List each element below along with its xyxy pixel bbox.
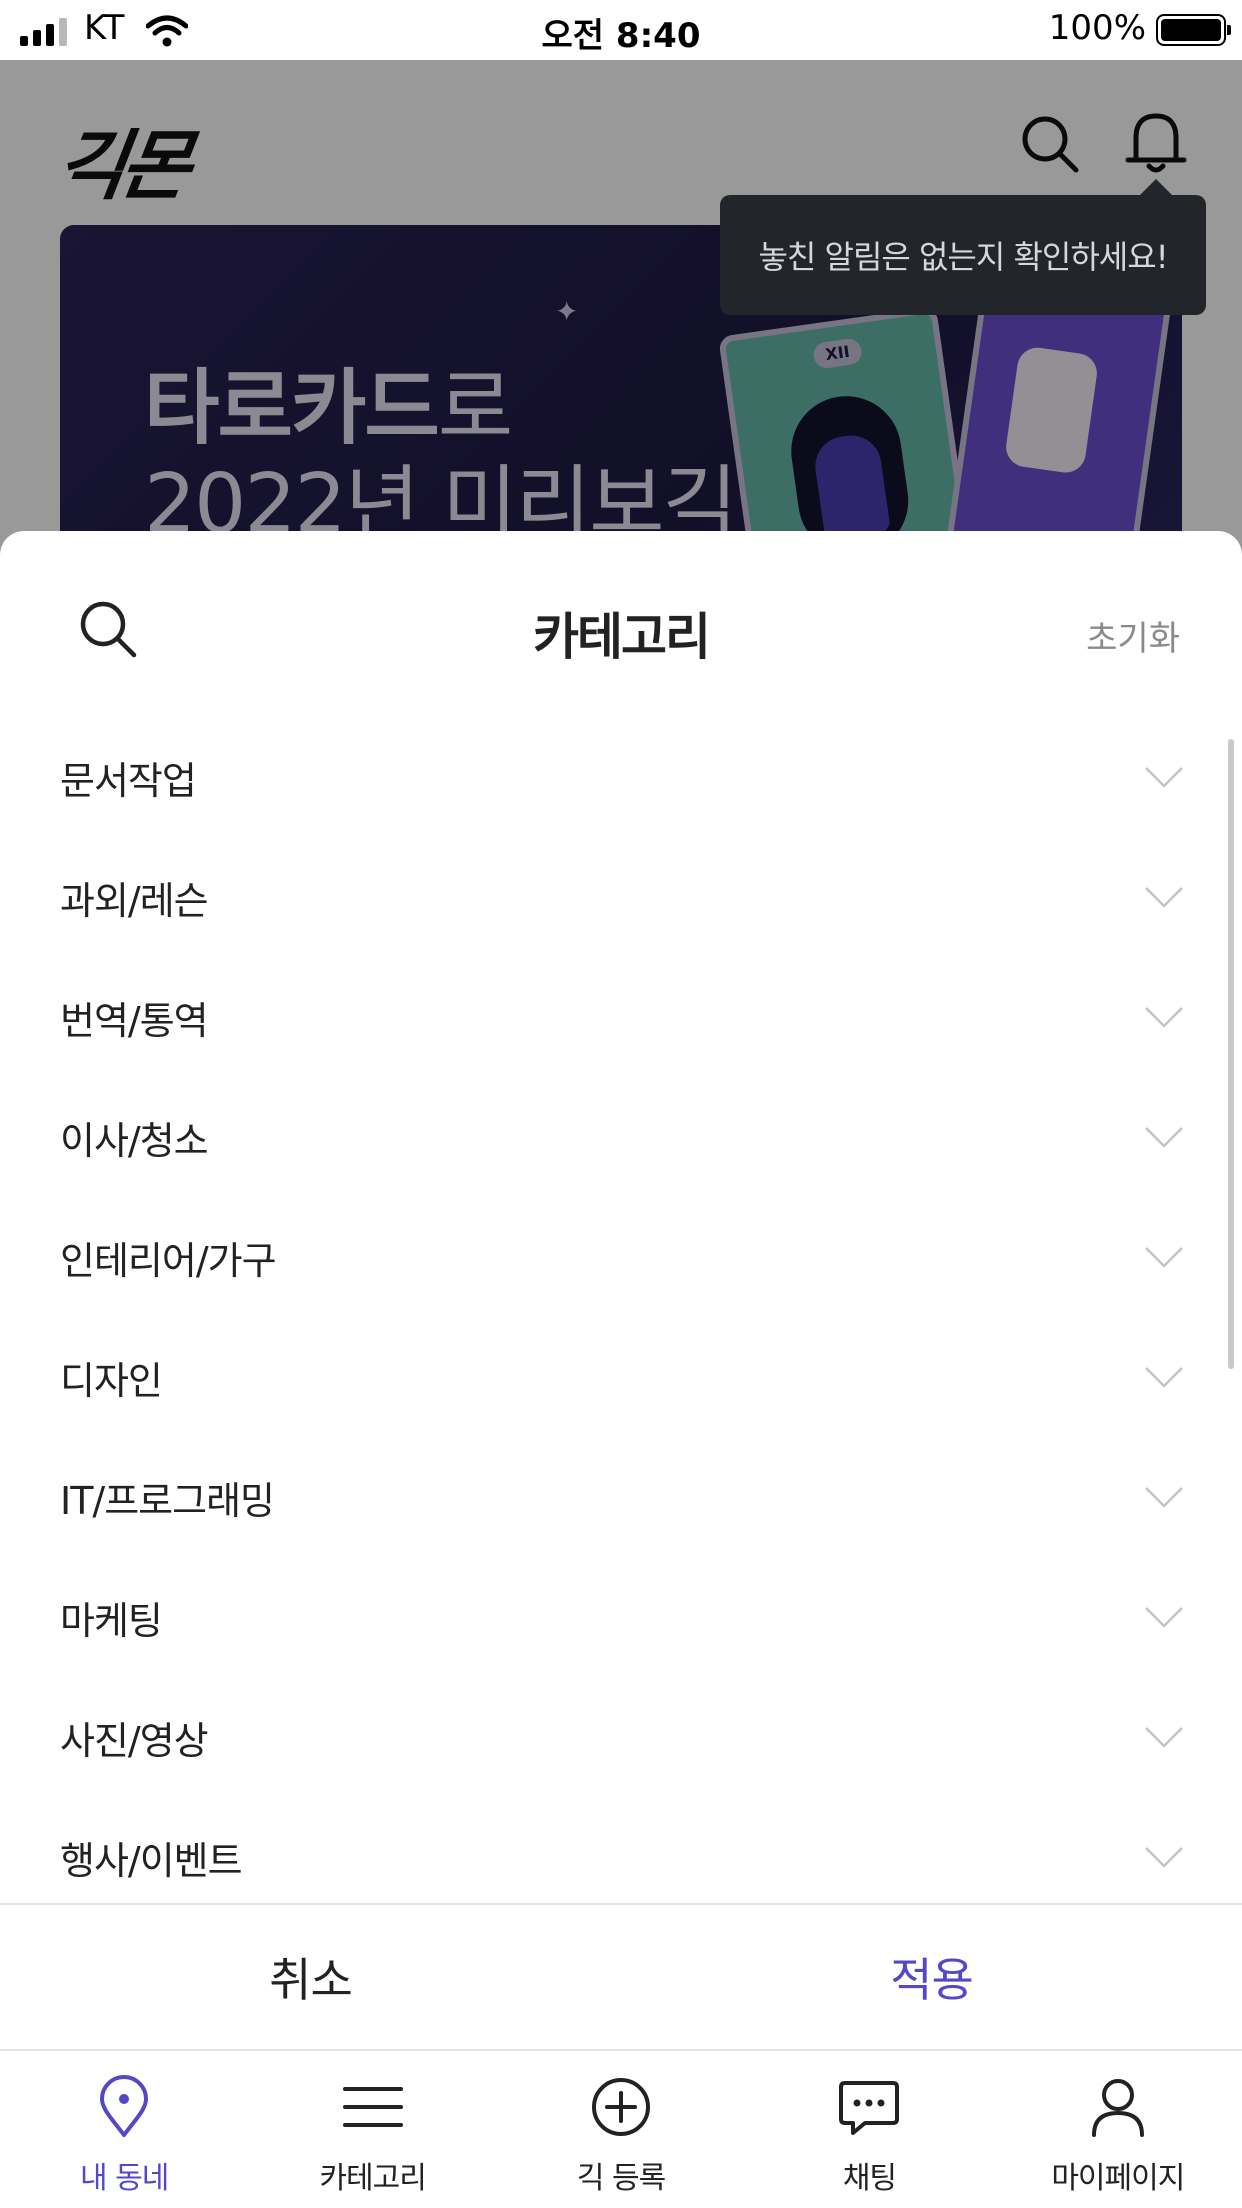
category-item[interactable]: 문서작업 [0,717,1242,837]
tab-my-neighborhood[interactable]: 내 동네 [0,2051,248,2208]
chevron-down-icon [1145,1607,1183,1628]
category-item[interactable]: 번역/통역 [0,957,1242,1077]
tab-label: 긱 등록 [576,2161,666,2196]
category-item[interactable]: 인테리어/가구 [0,1197,1242,1317]
battery-percent: 100% [1048,8,1146,48]
tab-label: 마이페이지 [1051,2161,1185,2196]
tab-category[interactable]: 카테고리 [248,2051,496,2208]
chevron-down-icon [1145,1487,1183,1508]
location-pin-icon [100,2075,149,2137]
chevron-down-icon [1145,1127,1183,1148]
reset-button[interactable]: 초기화 [1086,611,1180,660]
category-item[interactable]: 사진/영상 [0,1677,1242,1797]
tab-label: 카테고리 [319,2161,426,2196]
scrollbar[interactable] [1228,739,1234,1369]
category-label: 과외/레슨 [60,878,209,923]
menu-icon [342,2087,403,2127]
tab-label: 채팅 [842,2161,897,2196]
chevron-down-icon [1145,1007,1183,1028]
category-item[interactable]: 과외/레슨 [0,837,1242,957]
chevron-down-icon [1145,1367,1183,1388]
sheet-header: 카테고리 초기화 [0,531,1242,721]
category-item[interactable]: 이사/청소 [0,1077,1242,1197]
category-label: 사진/영상 [60,1718,209,1763]
sheet-actions: 취소 적용 [0,1903,1242,2051]
tab-chat[interactable]: 채팅 [745,2051,993,2208]
bottom-tab-bar: 내 동네 카테고리 긱 등록 채팅 마이페이지 [0,2051,1242,2208]
sheet-title: 카테고리 [533,608,711,666]
plus-circle-icon [592,2078,651,2136]
category-item[interactable]: IT/프로그래밍 [0,1437,1242,1557]
category-list[interactable]: 문서작업 과외/레슨 번역/통역 이사/청소 인테리어/가구 디자인 IT/프로… [0,717,1242,1905]
category-sheet: 카테고리 초기화 문서작업 과외/레슨 번역/통역 이사/청소 인테리어/가구 … [0,531,1242,2208]
chevron-down-icon [1145,1247,1183,1268]
category-label: 인테리어/가구 [60,1238,277,1283]
category-item[interactable]: 마케팅 [0,1557,1242,1677]
battery-icon [1156,14,1231,46]
category-label: 디자인 [60,1358,163,1403]
category-label: 행사/이벤트 [60,1838,243,1883]
notification-tooltip: 놓친 알림은 없는지 확인하세요! [720,179,1206,315]
chat-bubble-icon [839,2081,900,2135]
tab-my-page[interactable]: 마이페이지 [994,2051,1242,2208]
chevron-down-icon [1145,1727,1183,1748]
apply-button[interactable]: 적용 [621,1905,1242,2049]
tab-label: 내 동네 [80,2161,169,2196]
chevron-down-icon [1145,887,1183,908]
chevron-down-icon [1145,1847,1183,1868]
person-icon [1091,2079,1144,2137]
status-bar: KT 오전 8:40 100% [0,0,1242,60]
chevron-down-icon [1145,767,1183,788]
category-label: 마케팅 [60,1598,163,1643]
category-item[interactable]: 행사/이벤트 [0,1797,1242,1905]
category-label: 이사/청소 [60,1118,209,1163]
tab-register-gig[interactable]: 긱 등록 [497,2051,745,2208]
category-label: 번역/통역 [60,998,209,1043]
category-label: 문서작업 [60,758,197,803]
cancel-button[interactable]: 취소 [0,1905,621,2049]
category-item[interactable]: 디자인 [0,1317,1242,1437]
category-label: IT/프로그래밍 [60,1478,275,1523]
